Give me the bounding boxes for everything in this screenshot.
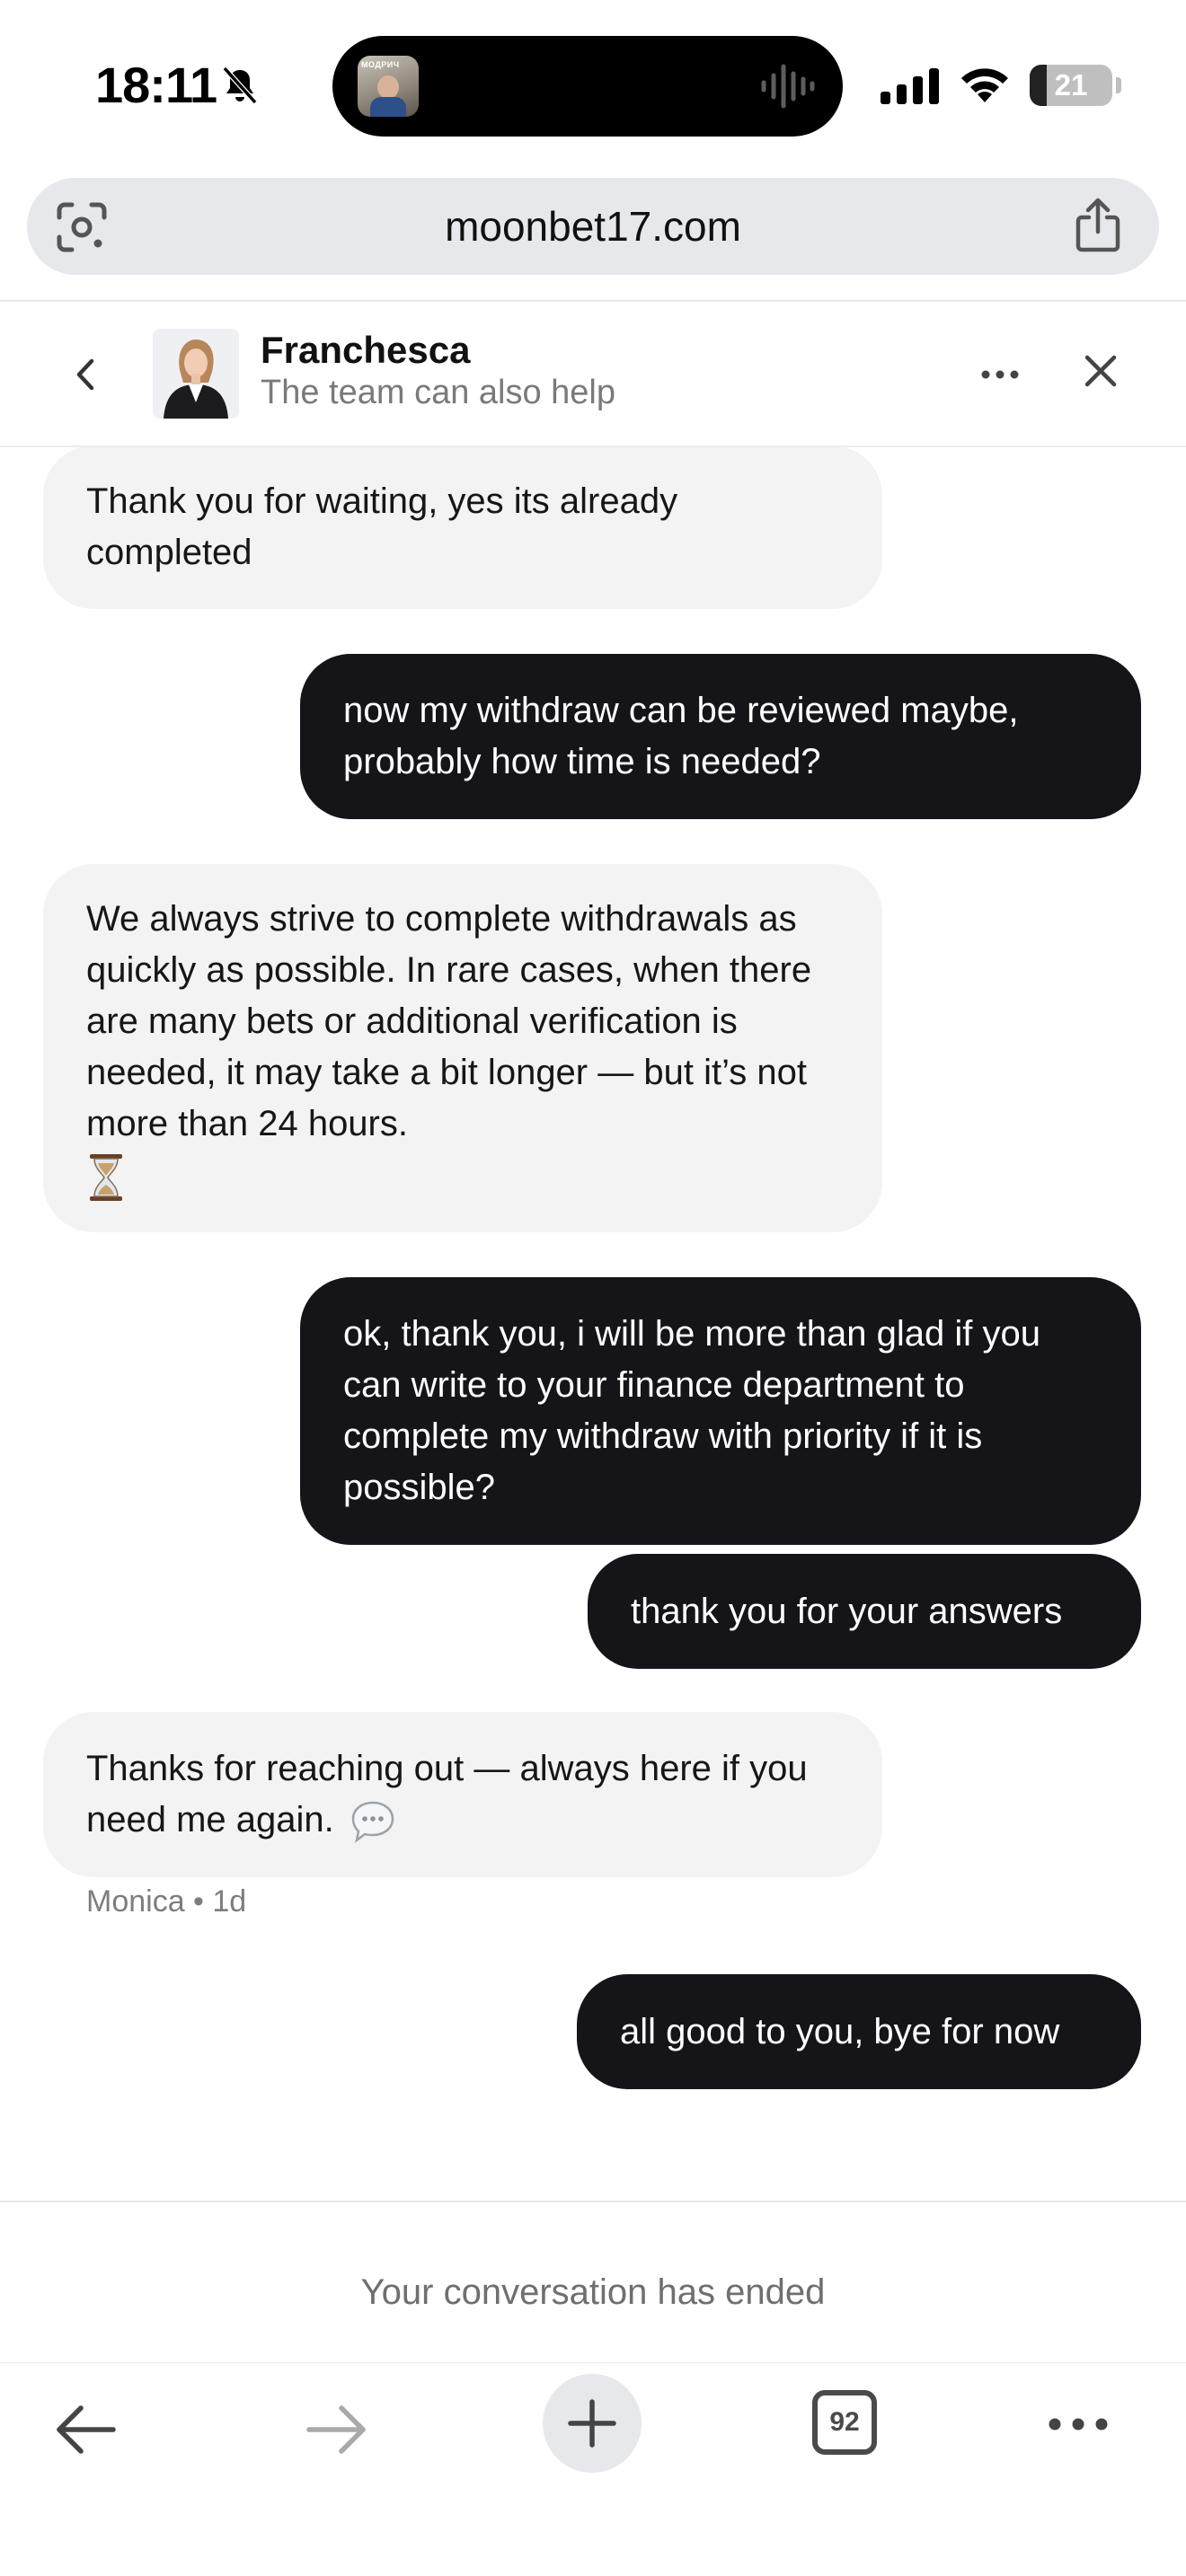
- hourglass-icon: [90, 1153, 122, 1201]
- user-message: all good to you, bye for now: [577, 1974, 1141, 2089]
- status-bar: 18:11 МОДРИЧ 21: [0, 0, 1186, 171]
- message-text: Thank you for waiting, yes its already c…: [86, 481, 678, 572]
- agent-message: Thanks for reaching out — always here if…: [43, 1712, 882, 1877]
- user-message: ok, thank you, i will be more than glad …: [300, 1277, 1141, 1545]
- battery-cap: [1116, 77, 1121, 93]
- avatar: [153, 329, 239, 419]
- arrow-right-icon[interactable]: [305, 2404, 368, 2455]
- media-thumbnail: МОДРИЧ: [358, 56, 419, 117]
- message-text: We always strive to complete withdrawals…: [86, 899, 812, 1144]
- plus-icon: [568, 2399, 616, 2448]
- message-text: ok, thank you, i will be more than glad …: [343, 1314, 1040, 1507]
- more-options-icon[interactable]: [979, 359, 1021, 390]
- dynamic-island[interactable]: МОДРИЧ: [332, 36, 843, 137]
- status-time: 18:11: [95, 57, 217, 113]
- conversation-ended-notice: Your conversation has ended: [360, 2272, 826, 2312]
- agent-name: Franchesca: [261, 329, 471, 371]
- cellular-signal-icon: [881, 68, 939, 104]
- close-icon[interactable]: [1082, 352, 1120, 390]
- audio-waveform-icon: [761, 64, 815, 109]
- battery-percent: 21: [1054, 68, 1088, 101]
- arrow-left-icon[interactable]: [54, 2404, 117, 2455]
- message-meta: Monica • 1d: [86, 1884, 247, 1919]
- new-tab-button[interactable]: [543, 2374, 642, 2473]
- browser-toolbar: 92: [0, 2362, 1186, 2576]
- tab-switcher-button[interactable]: 92: [812, 2390, 877, 2455]
- user-message: now my withdraw can be reviewed maybe, p…: [300, 654, 1141, 819]
- share-icon[interactable]: [1075, 198, 1121, 253]
- address-bar[interactable]: moonbet17.com: [27, 178, 1159, 275]
- chat-header: Franchesca The team can also help: [0, 302, 1186, 446]
- message-text: all good to you, bye for now: [620, 2011, 1060, 2051]
- chevron-left-icon[interactable]: [70, 354, 101, 395]
- battery-indicator: 21: [1030, 65, 1112, 106]
- tab-count: 92: [829, 2407, 860, 2437]
- agent-message: Thank you for waiting, yes its already c…: [43, 447, 882, 609]
- message-text: now my withdraw can be reviewed maybe, p…: [343, 691, 1019, 781]
- url-text[interactable]: moonbet17.com: [27, 178, 1159, 275]
- speech-bubble-icon: [351, 1802, 394, 1844]
- message-text: thank you for your answers: [631, 1591, 1063, 1631]
- agent-message: We always strive to complete withdrawals…: [43, 864, 882, 1232]
- divider: [0, 2201, 1186, 2202]
- message-list[interactable]: Thank you for waiting, yes its already c…: [0, 447, 1186, 2199]
- more-menu-icon[interactable]: [1046, 2413, 1111, 2435]
- bell-muted-icon: [222, 66, 258, 105]
- thumbnail-text: МОДРИЧ: [361, 60, 400, 69]
- message-text: Thanks for reaching out — always here if…: [86, 1749, 808, 1839]
- user-message: thank you for your answers: [588, 1554, 1141, 1669]
- agent-subtitle: The team can also help: [261, 374, 616, 411]
- wifi-icon: [961, 68, 1008, 102]
